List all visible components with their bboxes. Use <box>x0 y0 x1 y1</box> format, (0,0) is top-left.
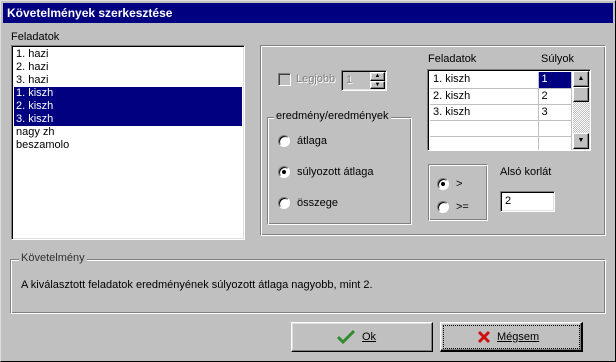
radio-greater-equal-button[interactable] <box>437 201 449 213</box>
legjobb-label: Legjobb <box>296 73 336 85</box>
grid-cell-task[interactable] <box>430 136 539 150</box>
legjobb-checkbox[interactable] <box>278 73 291 86</box>
weights-grid-table: 1. kiszh 1 2. kiszh 2 3. kiszh 3 <box>430 72 572 150</box>
spin-up-icon[interactable]: ▲ <box>370 72 385 81</box>
grid-cell-weight[interactable] <box>538 120 572 137</box>
window-title: Követelmények szerkesztése <box>7 6 173 20</box>
list-item[interactable]: nagy zh <box>14 126 242 139</box>
grid-scrollbar[interactable]: ▲ ▼ <box>573 71 589 149</box>
list-item[interactable]: 2. hazi <box>14 61 242 74</box>
eredmeny-groupbox-caption: eredmény/eredmények <box>274 110 391 122</box>
grid-row[interactable] <box>430 136 572 150</box>
grid-cell-weight[interactable]: 1 <box>538 72 572 89</box>
dialog-window: Követelmények szerkesztése Feladatok 1. … <box>0 0 616 362</box>
list-item[interactable]: 1. hazi <box>14 48 242 61</box>
legjobb-spin-buttons: ▲ ▼ <box>370 72 385 89</box>
grid-cell-weight[interactable]: 3 <box>538 104 572 121</box>
radio-sulyozott-atlaga[interactable]: súlyozott átlaga <box>278 166 408 182</box>
list-item[interactable]: beszamolo <box>14 139 242 152</box>
grid-cell-task[interactable]: 3. kiszh <box>430 104 539 121</box>
ok-label: Ok <box>362 331 377 343</box>
grid-cell-task[interactable]: 2. kiszh <box>430 88 539 105</box>
radio-osszege-button[interactable] <box>278 197 290 209</box>
radio-greater-equal[interactable]: >= <box>437 201 482 217</box>
checkmark-icon <box>337 329 355 345</box>
cancel-button[interactable]: Mégsem <box>440 322 583 352</box>
grid-cell-task[interactable]: 1. kiszh <box>430 72 539 89</box>
kovetelmeny-caption: Követelmény <box>19 252 87 264</box>
radio-greater-button[interactable] <box>437 178 449 190</box>
scroll-thumb[interactable] <box>573 87 589 102</box>
cancel-label: Mégsem <box>497 331 539 343</box>
legjobb-value: 1 <box>346 74 353 86</box>
also-korlat-value: 2 <box>505 195 512 207</box>
grid-row[interactable] <box>430 120 572 137</box>
radio-atlaga[interactable]: átlaga <box>278 135 408 151</box>
radio-osszege-label: összege <box>297 197 338 209</box>
radio-greater-equal-label: >= <box>456 201 469 213</box>
feladatok-listbox[interactable]: 1. hazi 2. hazi 3. hazi 1. kiszh 2. kiszh 3. … <box>11 45 245 240</box>
grid-cell-weight[interactable]: 2 <box>538 88 572 105</box>
radio-sulyozott-atlaga-label: súlyozott átlaga <box>297 166 374 178</box>
kovetelmeny-text: A kiválasztott feladatok eredményének sú… <box>21 279 373 291</box>
grid-cell-weight[interactable] <box>538 136 572 150</box>
spin-down-icon[interactable]: ▼ <box>370 81 385 89</box>
scroll-down-icon[interactable]: ▼ <box>573 133 589 149</box>
cancel-label-text: Mégsem <box>497 331 540 343</box>
radio-sulyozott-atlaga-button[interactable] <box>278 166 290 178</box>
also-korlat-input[interactable]: 2 <box>500 191 555 212</box>
grid-header-sulyok: Súlyok <box>541 53 575 65</box>
grid-cell-task[interactable] <box>430 120 539 137</box>
weights-grid[interactable]: 1. kiszh 1 2. kiszh 2 3. kiszh 3 ▲ ▼ <box>427 69 591 151</box>
list-item[interactable]: 3. kiszh <box>14 113 242 126</box>
radio-atlaga-label: átlaga <box>297 135 327 147</box>
list-item[interactable]: 3. hazi <box>14 74 242 87</box>
grid-row[interactable]: 1. kiszh 1 <box>430 72 572 89</box>
scroll-up-icon[interactable]: ▲ <box>573 71 589 87</box>
ok-button[interactable]: Ok <box>291 322 433 352</box>
feladatok-label: Feladatok <box>11 31 60 43</box>
also-korlat-label: Alsó korlát <box>500 166 552 178</box>
red-x-icon <box>477 330 491 344</box>
title-bar[interactable]: Követelmények szerkesztése <box>3 3 613 23</box>
list-item[interactable]: 1. kiszh <box>14 87 242 100</box>
radio-greater-label: > <box>456 178 463 190</box>
grid-row[interactable]: 2. kiszh 2 <box>430 88 572 105</box>
radio-atlaga-button[interactable] <box>278 135 290 147</box>
grid-row[interactable]: 3. kiszh 3 <box>430 104 572 121</box>
radio-greater[interactable]: > <box>437 178 482 194</box>
grid-header-feladatok: Feladatok <box>428 53 477 65</box>
legjobb-spinbox[interactable]: 1 ▲ ▼ <box>341 70 387 91</box>
radio-osszege[interactable]: összege <box>278 197 408 213</box>
list-item[interactable]: 2. kiszh <box>14 100 242 113</box>
